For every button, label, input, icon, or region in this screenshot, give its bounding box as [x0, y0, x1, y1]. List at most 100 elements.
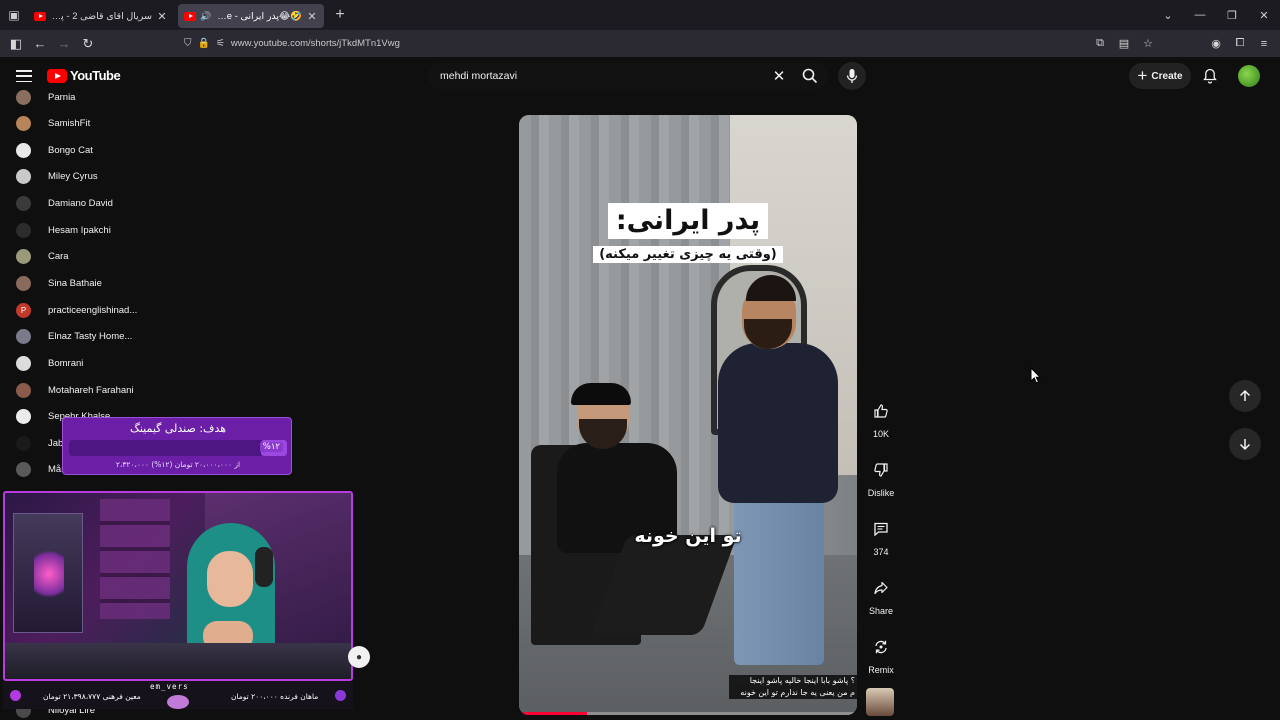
sidebar-item-samishfit[interactable]: SamishFit: [16, 113, 90, 133]
share-label: Share: [868, 606, 894, 616]
lock-icon[interactable]: 🔒: [198, 38, 210, 49]
video-caption: تو این خونه: [634, 525, 742, 547]
voice-search-button[interactable]: [838, 62, 866, 90]
channel-name: Parnia: [48, 91, 76, 103]
browser-tab-2[interactable]: 🔊 🤣😂پدر ایرانی - YouTube ✕: [178, 4, 324, 28]
channel-thumbnail[interactable]: [866, 688, 894, 716]
url-text[interactable]: www.youtube.com/shorts/jTkdMTn1Vwg: [231, 38, 400, 49]
picture-in-picture-icon[interactable]: ⧉: [1090, 37, 1110, 50]
channel-name: Elnaz Tasty Home...: [48, 330, 133, 342]
extensions-icon[interactable]: ⧠: [1230, 37, 1250, 50]
restore-button[interactable]: ❐: [1216, 9, 1248, 22]
channel-avatar: [16, 248, 31, 264]
goal-detail: ۲،۳۲۰،۰۰۰ از ۲۰،۰۰۰،۰۰۰ تومان (۱۲%): [115, 460, 241, 469]
tab-overflow-icon[interactable]: ⌄: [1152, 9, 1184, 22]
remix-button[interactable]: [865, 631, 897, 663]
stream-goal-overlay: هدف: صندلی گیمینگ %۱۲ ۲،۳۲۰،۰۰۰ از ۲۰،۰۰…: [62, 417, 292, 475]
youtube-logo-icon: [47, 68, 67, 83]
channel-avatar: [16, 435, 31, 451]
channel-name: Miley Cyrus: [48, 170, 98, 182]
search-icon: [802, 68, 818, 84]
remix-icon: [875, 640, 887, 654]
close-tab-icon[interactable]: ✕: [306, 10, 318, 23]
channel-name: Hesam Ipakchi: [48, 224, 111, 236]
sidebar-toggle-icon[interactable]: ◧: [4, 36, 28, 52]
thumbs-up-icon: [874, 404, 888, 418]
address-bar[interactable]: ⛉ 🔒 ⚟ www.youtube.com/shorts/jTkdMTn1Vwg: [176, 33, 1128, 54]
arrow-up-icon: [1239, 389, 1251, 401]
stream-right-dot-icon: [335, 690, 346, 701]
channel-name: Motahareh Farahani: [48, 384, 134, 396]
shield-icon[interactable]: ⛉: [184, 38, 192, 49]
minimize-button[interactable]: —: [1184, 9, 1216, 21]
stream-center-avatar: [167, 695, 189, 709]
like-action[interactable]: 10K: [863, 395, 899, 439]
sidebar-item-cara[interactable]: Cara: [16, 246, 69, 266]
account-icon[interactable]: ◉: [1206, 37, 1226, 50]
browser-tab-1[interactable]: سریال آقای قاضی 2 - پرونده پارد... ✕: [28, 4, 174, 28]
webcam-desk: [5, 643, 351, 679]
video-progress-bar[interactable]: [519, 712, 857, 715]
search-box: ✕: [428, 63, 828, 89]
like-count: 10K: [872, 429, 889, 439]
notifications-button[interactable]: [1200, 67, 1220, 85]
like-button[interactable]: [865, 395, 897, 427]
share-action[interactable]: Share: [863, 572, 899, 616]
window-controls: ⌄ — ❐ ✕: [1152, 0, 1280, 30]
video-seated-man: [549, 383, 738, 635]
menu-icon[interactable]: ≡: [1254, 38, 1274, 50]
tab-list-icon[interactable]: ▣: [0, 0, 28, 30]
comments-button[interactable]: [865, 513, 897, 545]
back-button[interactable]: ←: [28, 36, 52, 51]
next-short-button[interactable]: [1229, 428, 1261, 460]
stream-left-dot-icon: [10, 690, 21, 701]
reload-button[interactable]: ↻: [76, 36, 100, 52]
search-input[interactable]: [428, 70, 766, 82]
channel-avatar: [16, 461, 31, 477]
microphone-icon: [846, 69, 858, 83]
sidebar-item-motahareh-farahani[interactable]: Motahareh Farahani: [16, 380, 134, 400]
share-button[interactable]: [865, 572, 897, 604]
search-button[interactable]: [792, 63, 828, 89]
bell-icon: [1203, 68, 1217, 84]
close-tab-icon[interactable]: ✕: [156, 10, 168, 23]
sidebar-item-hesam-ipakchi[interactable]: Hesam Ipakchi: [16, 220, 111, 240]
channel-avatar: [16, 382, 31, 398]
channel-avatar: [16, 195, 31, 211]
sidebar-item-sina-bathaie[interactable]: Sina Bathaie: [16, 273, 102, 293]
audio-playing-icon[interactable]: 🔊: [200, 11, 211, 22]
channel-avatar: [16, 142, 31, 158]
new-tab-button[interactable]: +: [328, 6, 352, 24]
remix-action[interactable]: Remix: [863, 631, 899, 675]
sidebar-item-bongo-cat[interactable]: Bongo Cat: [16, 140, 93, 160]
sidebar-item-miley-cyrus[interactable]: Miley Cyrus: [16, 166, 98, 186]
account-avatar[interactable]: [1238, 65, 1260, 87]
channel-avatar: [16, 275, 31, 291]
sidebar-item-elnaz-tasty-home[interactable]: Elnaz Tasty Home...: [16, 326, 132, 346]
channel-avatar: P: [16, 302, 31, 318]
sidebar-item-practiceenglish[interactable]: Ppracticeenglishinad...: [16, 300, 137, 320]
video-title-overlay: پدر ایرانی:: [519, 203, 857, 239]
right-donation: ماهان فرنده ۲۰۰،۰۰۰ تومان: [231, 692, 319, 701]
sidebar-item-bomrani[interactable]: Bomrani: [16, 353, 83, 373]
youtube-logo[interactable]: YouTube: [47, 68, 121, 83]
reader-view-icon[interactable]: ▤: [1114, 37, 1134, 50]
goal-title: هدف: صندلی گیمینگ: [129, 422, 227, 435]
comment-icon: [874, 522, 888, 537]
short-video-player[interactable]: پدر ایرانی: (وقتی یه چیزی تغییر میکنه) ت…: [519, 115, 857, 715]
close-window-button[interactable]: ✕: [1248, 9, 1280, 22]
sidebar-item-damiano-david[interactable]: Damiano David: [16, 193, 113, 213]
comments-action[interactable]: 374: [863, 513, 899, 557]
dislike-action[interactable]: Dislike: [863, 454, 899, 498]
bookmark-star-icon[interactable]: ☆: [1138, 37, 1158, 50]
video-progress-fill: [519, 712, 587, 715]
dislike-button[interactable]: [865, 454, 897, 486]
guide-menu-icon[interactable]: [14, 67, 34, 85]
sidebar-item-parnia[interactable]: Parnia: [16, 87, 75, 107]
forward-button[interactable]: →: [52, 36, 76, 51]
previous-short-button[interactable]: [1229, 380, 1261, 412]
permissions-icon[interactable]: ⚟: [216, 38, 225, 49]
create-button[interactable]: + Create: [1129, 63, 1191, 89]
clear-search-icon[interactable]: ✕: [766, 67, 792, 85]
create-label: Create: [1151, 70, 1183, 82]
